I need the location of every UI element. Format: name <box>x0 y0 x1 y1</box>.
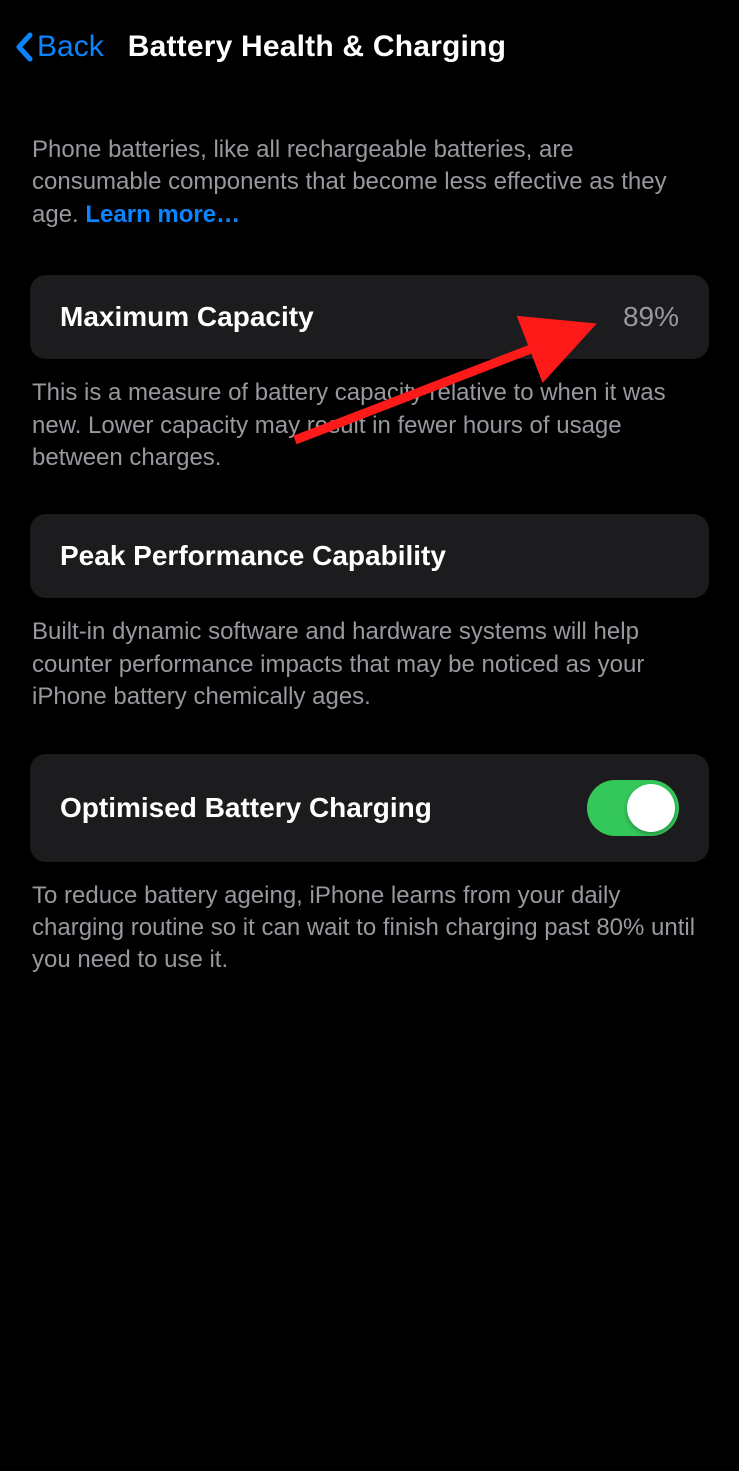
optimised-charging-row: Optimised Battery Charging <box>60 780 679 836</box>
learn-more-link[interactable]: Learn more… <box>85 201 240 228</box>
toggle-knob-icon <box>627 784 675 832</box>
peak-performance-description: Built-in dynamic software and hardware s… <box>30 616 709 713</box>
back-label: Back <box>37 30 104 64</box>
maximum-capacity-value: 89% <box>623 301 679 333</box>
chevron-left-icon <box>15 32 33 62</box>
optimised-charging-description: To reduce battery ageing, iPhone learns … <box>30 880 709 977</box>
page-title: Battery Health & Charging <box>128 30 506 64</box>
peak-performance-row: Peak Performance Capability <box>60 540 679 572</box>
optimised-charging-card: Optimised Battery Charging <box>30 754 709 862</box>
maximum-capacity-label: Maximum Capacity <box>60 301 314 333</box>
maximum-capacity-card[interactable]: Maximum Capacity 89% <box>30 275 709 359</box>
intro-text: Phone batteries, like all rechargeable b… <box>30 134 709 231</box>
optimised-charging-toggle[interactable] <box>587 780 679 836</box>
peak-performance-label: Peak Performance Capability <box>60 540 446 572</box>
optimised-charging-label: Optimised Battery Charging <box>60 792 432 824</box>
content-area: Phone batteries, like all rechargeable b… <box>0 134 739 977</box>
peak-performance-card[interactable]: Peak Performance Capability <box>30 514 709 598</box>
maximum-capacity-row: Maximum Capacity 89% <box>60 301 679 333</box>
maximum-capacity-description: This is a measure of battery capacity re… <box>30 377 709 474</box>
nav-header: Back Battery Health & Charging <box>0 0 739 74</box>
back-button[interactable]: Back <box>15 30 104 64</box>
